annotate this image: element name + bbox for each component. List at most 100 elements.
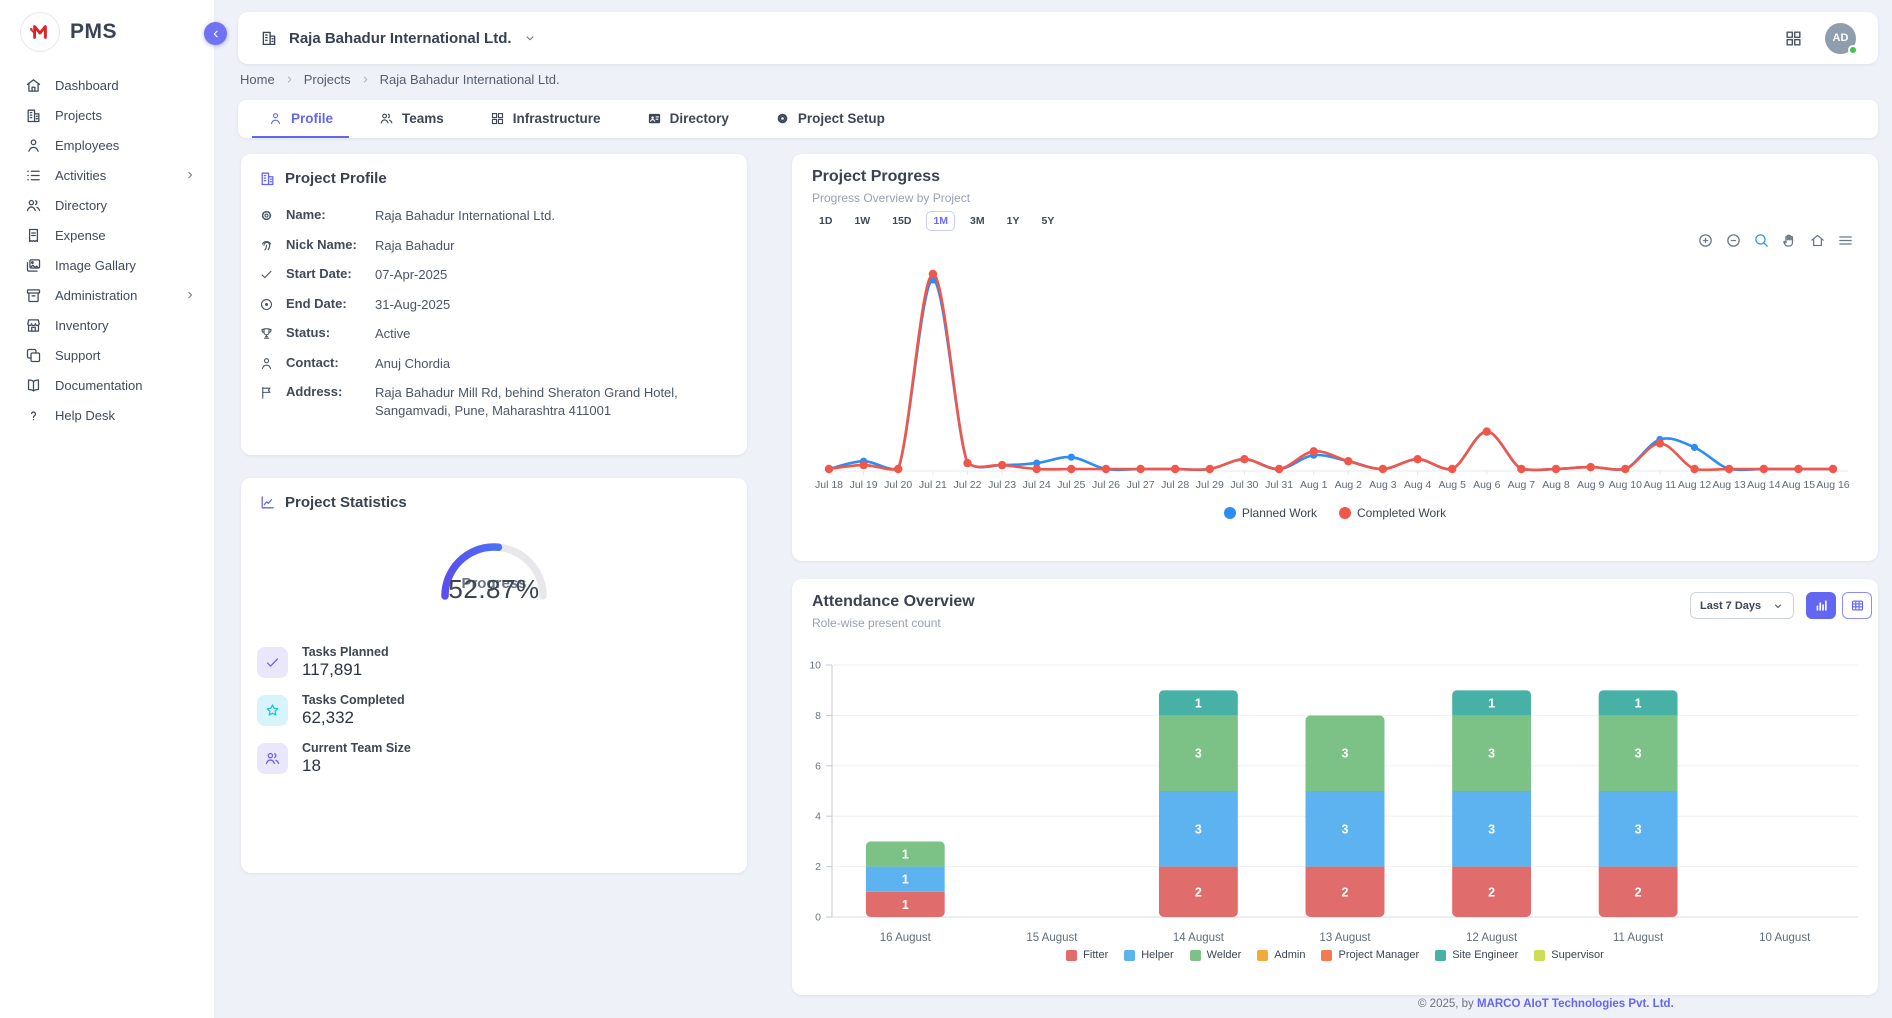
profile-field-name: Name:Raja Bahadur International Ltd. [259,201,729,231]
legend-supervisor[interactable]: Supervisor [1534,949,1604,961]
range-1y[interactable]: 1Y [1000,211,1027,231]
sidebar-item-administration[interactable]: Administration [0,280,214,310]
user-avatar[interactable]: AD [1825,23,1856,54]
svg-text:14 August: 14 August [1173,932,1225,944]
table-view-button[interactable] [1842,592,1872,619]
range-1w[interactable]: 1W [847,211,877,231]
breadcrumb-item-home[interactable]: Home [240,72,275,87]
sidebar-item-label: Expense [55,228,106,243]
svg-text:10 August: 10 August [1759,932,1811,944]
svg-text:Aug 4: Aug 4 [1404,479,1432,491]
sidebar-item-support[interactable]: Support [0,340,214,370]
svg-text:2: 2 [1635,885,1642,899]
legend-project-manager[interactable]: Project Manager [1321,949,1419,961]
chevron-down-icon [523,31,537,45]
sidebar-item-activities[interactable]: Activities [0,160,214,190]
tab-teams[interactable]: Teams [363,100,460,138]
table-icon [1850,598,1865,613]
tab-infrastructure[interactable]: Infrastructure [474,100,617,138]
svg-text:Jul 24: Jul 24 [1023,479,1051,491]
period-select[interactable]: Last 7 Days [1690,592,1794,619]
app-logo: PMS [0,0,214,62]
company-selector[interactable]: Raja Bahadur International Ltd. [260,29,537,47]
svg-text:6: 6 [815,760,821,772]
svg-text:3: 3 [1635,822,1642,836]
sidebar-item-help-desk[interactable]: Help Desk [0,400,214,430]
tab-project-setup[interactable]: Project Setup [759,100,901,138]
svg-text:1: 1 [902,898,909,912]
legend-label: Admin [1274,949,1305,961]
tab-directory[interactable]: Directory [631,100,745,138]
range-15d[interactable]: 15D [885,211,918,231]
range-1d[interactable]: 1D [812,211,839,231]
legend-planned-work[interactable]: Planned Work [1224,506,1317,520]
legend-admin[interactable]: Admin [1257,949,1305,961]
field-label: Start Date: [286,266,363,281]
range-3m[interactable]: 3M [963,211,992,231]
apps-grid-icon[interactable] [1784,29,1803,48]
building-icon [259,170,276,187]
breadcrumb-item-projects[interactable]: Projects [304,72,351,87]
menu-icon[interactable] [1837,232,1854,249]
svg-text:2: 2 [1488,885,1495,899]
sidebar-item-expense[interactable]: Expense [0,220,214,250]
legend-welder[interactable]: Welder [1190,949,1242,961]
company-name: Raja Bahadur International Ltd. [289,30,512,47]
sidebar-item-projects[interactable]: Projects [0,100,214,130]
sidebar-item-dashboard[interactable]: Dashboard [0,70,214,100]
sidebar-item-directory[interactable]: Directory [0,190,214,220]
help-icon [25,407,42,424]
sidebar-item-employees[interactable]: Employees [0,130,214,160]
legend-site-engineer[interactable]: Site Engineer [1435,949,1518,961]
pan-icon[interactable] [1781,232,1798,249]
chevron-left-icon [209,27,223,41]
attendance-bar-chart[interactable]: 024681011116 August15 August233114 Augus… [792,649,1878,959]
svg-text:1: 1 [902,848,909,862]
zoom-in-icon[interactable] [1697,232,1714,249]
sidebar-item-image-gallary[interactable]: Image Gallary [0,250,214,280]
user-icon [25,137,42,154]
svg-text:Aug 14: Aug 14 [1747,479,1780,491]
tab-profile[interactable]: Profile [252,100,349,138]
zoom-out-icon[interactable] [1725,232,1742,249]
legend-label: Supervisor [1551,949,1604,961]
reset-icon[interactable] [1809,232,1826,249]
legend-helper[interactable]: Helper [1124,949,1173,961]
progress-percent: 52.87% [241,574,747,605]
bar-chart-legend: Fitter Helper Welder Admin Project Manager Si… [792,949,1878,961]
stat-text: Tasks Planned117,891 [302,645,389,680]
building-icon [25,107,42,124]
receipt-icon [25,227,42,244]
users-icon [379,111,394,126]
selection-zoom-icon[interactable] [1753,232,1770,249]
svg-text:Aug 16: Aug 16 [1816,479,1849,491]
svg-text:2: 2 [1342,885,1349,899]
legend-fitter[interactable]: Fitter [1066,949,1108,961]
field-label: Name: [286,207,363,222]
svg-text:2: 2 [815,861,821,873]
home-icon [25,77,42,94]
online-status-dot [1848,45,1858,55]
sidebar-item-inventory[interactable]: Inventory [0,310,214,340]
bar-view-button[interactable] [1806,592,1836,619]
breadcrumb-item-raja-bahadur-international-ltd-: Raja Bahadur International Ltd. [380,72,560,87]
svg-text:Aug 11: Aug 11 [1644,479,1677,491]
progress-line-chart[interactable]: Jul 18Jul 19Jul 20Jul 21Jul 22Jul 23Jul … [792,250,1878,510]
chart-title: Project Progress [812,168,1858,186]
legend-marker [1534,950,1545,961]
sidebar-collapse-button[interactable] [204,22,227,45]
range-1m[interactable]: 1M [926,211,955,231]
user-icon [259,356,274,371]
svg-text:3: 3 [1342,822,1349,836]
chevron-right-icon [284,74,295,85]
legend-completed-work[interactable]: Completed Work [1339,506,1446,520]
sidebar-nav: DashboardProjectsEmployeesActivitiesDire… [0,62,214,430]
legend-label: Site Engineer [1452,949,1518,961]
svg-text:15 August: 15 August [1026,932,1078,944]
svg-text:1: 1 [1635,696,1642,710]
footer-brand-link[interactable]: MARCO AIoT Technologies Pvt. Ltd. [1477,998,1674,1010]
sidebar-item-documentation[interactable]: Documentation [0,370,214,400]
svg-text:Aug 13: Aug 13 [1712,479,1745,491]
svg-text:3: 3 [1342,747,1349,761]
range-5y[interactable]: 5Y [1034,211,1061,231]
